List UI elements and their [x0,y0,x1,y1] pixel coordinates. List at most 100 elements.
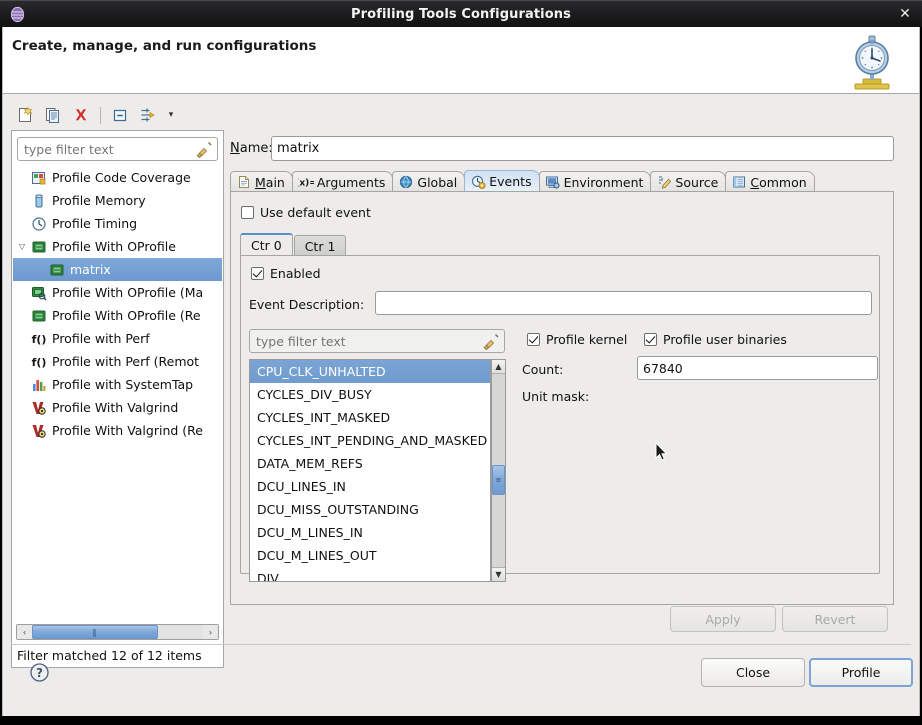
event-list-item[interactable]: DATA_MEM_REFS [250,452,490,475]
new-configuration-icon[interactable] [11,102,39,128]
event-filter[interactable] [249,329,505,353]
configuration-name-input[interactable] [271,136,894,161]
delete-configuration-icon[interactable] [67,102,95,128]
duplicate-configuration-icon[interactable] [39,102,67,128]
tab-label: Global [417,175,457,190]
tree-item-profile-with-oprofile[interactable]: ▽Profile With OProfile [13,235,222,258]
scroll-up-icon[interactable]: ▲ [492,360,505,374]
sidebar-filter-input[interactable] [18,141,194,158]
tree-item-profile-memory[interactable]: Profile Memory [13,189,222,212]
enabled-checkbox[interactable]: Enabled [251,266,321,281]
close-button[interactable]: Close [701,658,805,687]
apply-button[interactable]: Apply [670,606,776,632]
toolbar-separator [100,107,101,124]
configurations-tree[interactable]: Profile Code Coverage Profile Memory Profi… [13,166,222,628]
window-body: Create, manage, and run configurations [2,27,920,716]
tree-item-profile-with-perf-remot[interactable]: f()Profile with Perf (Remot [13,350,222,373]
events-list[interactable]: CPU_CLK_UNHALTEDCYCLES_DIV_BUSYCYCLES_IN… [249,359,491,582]
apply-label: Apply [705,612,740,627]
counter-tab-1[interactable]: Ctr 1 [294,235,347,256]
event-list-item[interactable]: DCU_M_LINES_OUT [250,544,490,567]
use-default-event-label: Use default event [260,205,371,220]
revert-button[interactable]: Revert [782,606,888,632]
events-icon [470,174,486,189]
tab-label: Common [750,175,806,190]
editor-tabstrip[interactable]: Main(x)=Arguments Global EventsEnvironment… [230,170,894,192]
tree-item-label: Profile Code Coverage [52,170,191,185]
counter-tabstrip[interactable]: Ctr 0Ctr 1 [240,233,880,256]
clear-event-filter-icon[interactable] [481,332,501,350]
common-icon [731,175,747,190]
profile-user-binaries-checkbox-box [644,333,657,346]
chevron-down-icon[interactable]: ▾ [162,102,180,128]
profile-user-binaries-checkbox[interactable]: Profile user binaries [644,332,787,347]
event-list-item[interactable]: DCU_MISS_OUTSTANDING [250,498,490,521]
event-list-item[interactable]: DIV [250,567,490,582]
profile-button[interactable]: Profile [809,658,913,687]
systemtap-icon [31,377,47,393]
collapse-all-icon[interactable] [106,102,134,128]
tree-item-matrix[interactable]: matrix [13,258,222,281]
tree-item-profile-with-valgrind[interactable]: Profile With Valgrind [13,396,222,419]
oprofile-icon [31,239,47,255]
event-filter-input[interactable] [250,333,481,350]
tab-arguments[interactable]: (x)=Arguments [292,171,394,192]
code-coverage-icon [31,170,47,186]
tree-item-label: Profile Timing [52,216,137,231]
close-icon[interactable]: ✕ [896,5,914,23]
tree-item-profile-with-valgrind-re[interactable]: Profile With Valgrind (Re [13,419,222,442]
profile-kernel-checkbox-box [527,333,540,346]
event-description-input[interactable] [375,291,872,315]
stopwatch-icon [841,30,903,92]
filter-configurations-icon[interactable] [134,102,162,128]
svg-text:f(): f() [32,356,47,369]
count-input[interactable] [637,356,878,380]
tab-label: Source [675,175,718,190]
eclipse-icon [9,6,26,23]
tab-common[interactable]: Common [725,171,814,192]
environment-icon [545,175,561,190]
sidebar-filter[interactable] [17,137,218,161]
tab-events[interactable]: Events [464,170,539,192]
profile-kernel-checkbox[interactable]: Profile kernel [527,332,627,347]
valgrind-icon [31,400,47,416]
scroll-right-icon[interactable]: › [203,625,218,639]
use-default-event-checkbox[interactable]: Use default event [241,205,371,220]
events-list-scrollbar[interactable]: ▲ ≡ ▼ [491,359,506,582]
tab-source[interactable]: ʿSource [650,171,726,192]
event-list-item[interactable]: CYCLES_INT_MASKED [250,406,490,429]
event-list-item[interactable]: DCU_LINES_IN [250,475,490,498]
tree-item-label: Profile With OProfile (Re [52,308,201,323]
tree-item-profile-with-oprofile-re[interactable]: Profile With OProfile (Re [13,304,222,327]
scroll-thumb[interactable]: ≡ [492,465,505,495]
event-list-item[interactable]: DCU_M_LINES_IN [250,521,490,544]
clear-filter-icon[interactable] [194,140,214,158]
help-icon[interactable]: ? [29,662,50,683]
window-title: Profiling Tools Configurations [0,7,922,22]
scroll-left-icon[interactable]: ‹ [17,625,32,639]
sidebar-hscrollbar[interactable]: ‹ ‖ › [16,624,219,640]
tree-item-label: Profile With Valgrind [52,400,178,415]
counter-tab-0[interactable]: Ctr 0 [240,233,293,256]
tab-main[interactable]: Main [230,171,293,192]
profile-button-label: Profile [842,665,881,680]
tree-item-profile-with-oprofile-ma[interactable]: Profile With OProfile (Ma [13,281,222,304]
tree-item-profile-code-coverage[interactable]: Profile Code Coverage [13,166,222,189]
tree-item-profile-with-perf[interactable]: f()Profile with Perf [13,327,222,350]
sidebar-toolbar: ▾ [11,100,224,130]
application-window: Profiling Tools Configurations ✕ Create,… [0,0,922,725]
event-list-item[interactable]: CYCLES_INT_PENDING_AND_MASKED [250,429,490,452]
name-label: Name: [230,141,273,156]
scroll-down-icon[interactable]: ▼ [492,567,505,581]
tree-item-profile-with-systemtap[interactable]: Profile with SystemTap [13,373,222,396]
tab-environment[interactable]: Environment [539,171,652,192]
expand-twisty-icon[interactable]: ▽ [13,242,31,251]
tab-global[interactable]: Global [392,171,465,192]
tree-item-profile-timing[interactable]: Profile Timing [13,212,222,235]
event-list-item[interactable]: CYCLES_DIV_BUSY [250,383,490,406]
hscroll-thumb[interactable]: ‖ [32,625,158,639]
tree-item-label: Profile Memory [52,193,146,208]
event-list-item[interactable]: CPU_CLK_UNHALTED [250,360,490,383]
configurations-sidebar: ▾ Profile Code CoverageProfile MemoryPro… [11,100,224,668]
hscroll-track[interactable]: ‖ [32,625,203,639]
